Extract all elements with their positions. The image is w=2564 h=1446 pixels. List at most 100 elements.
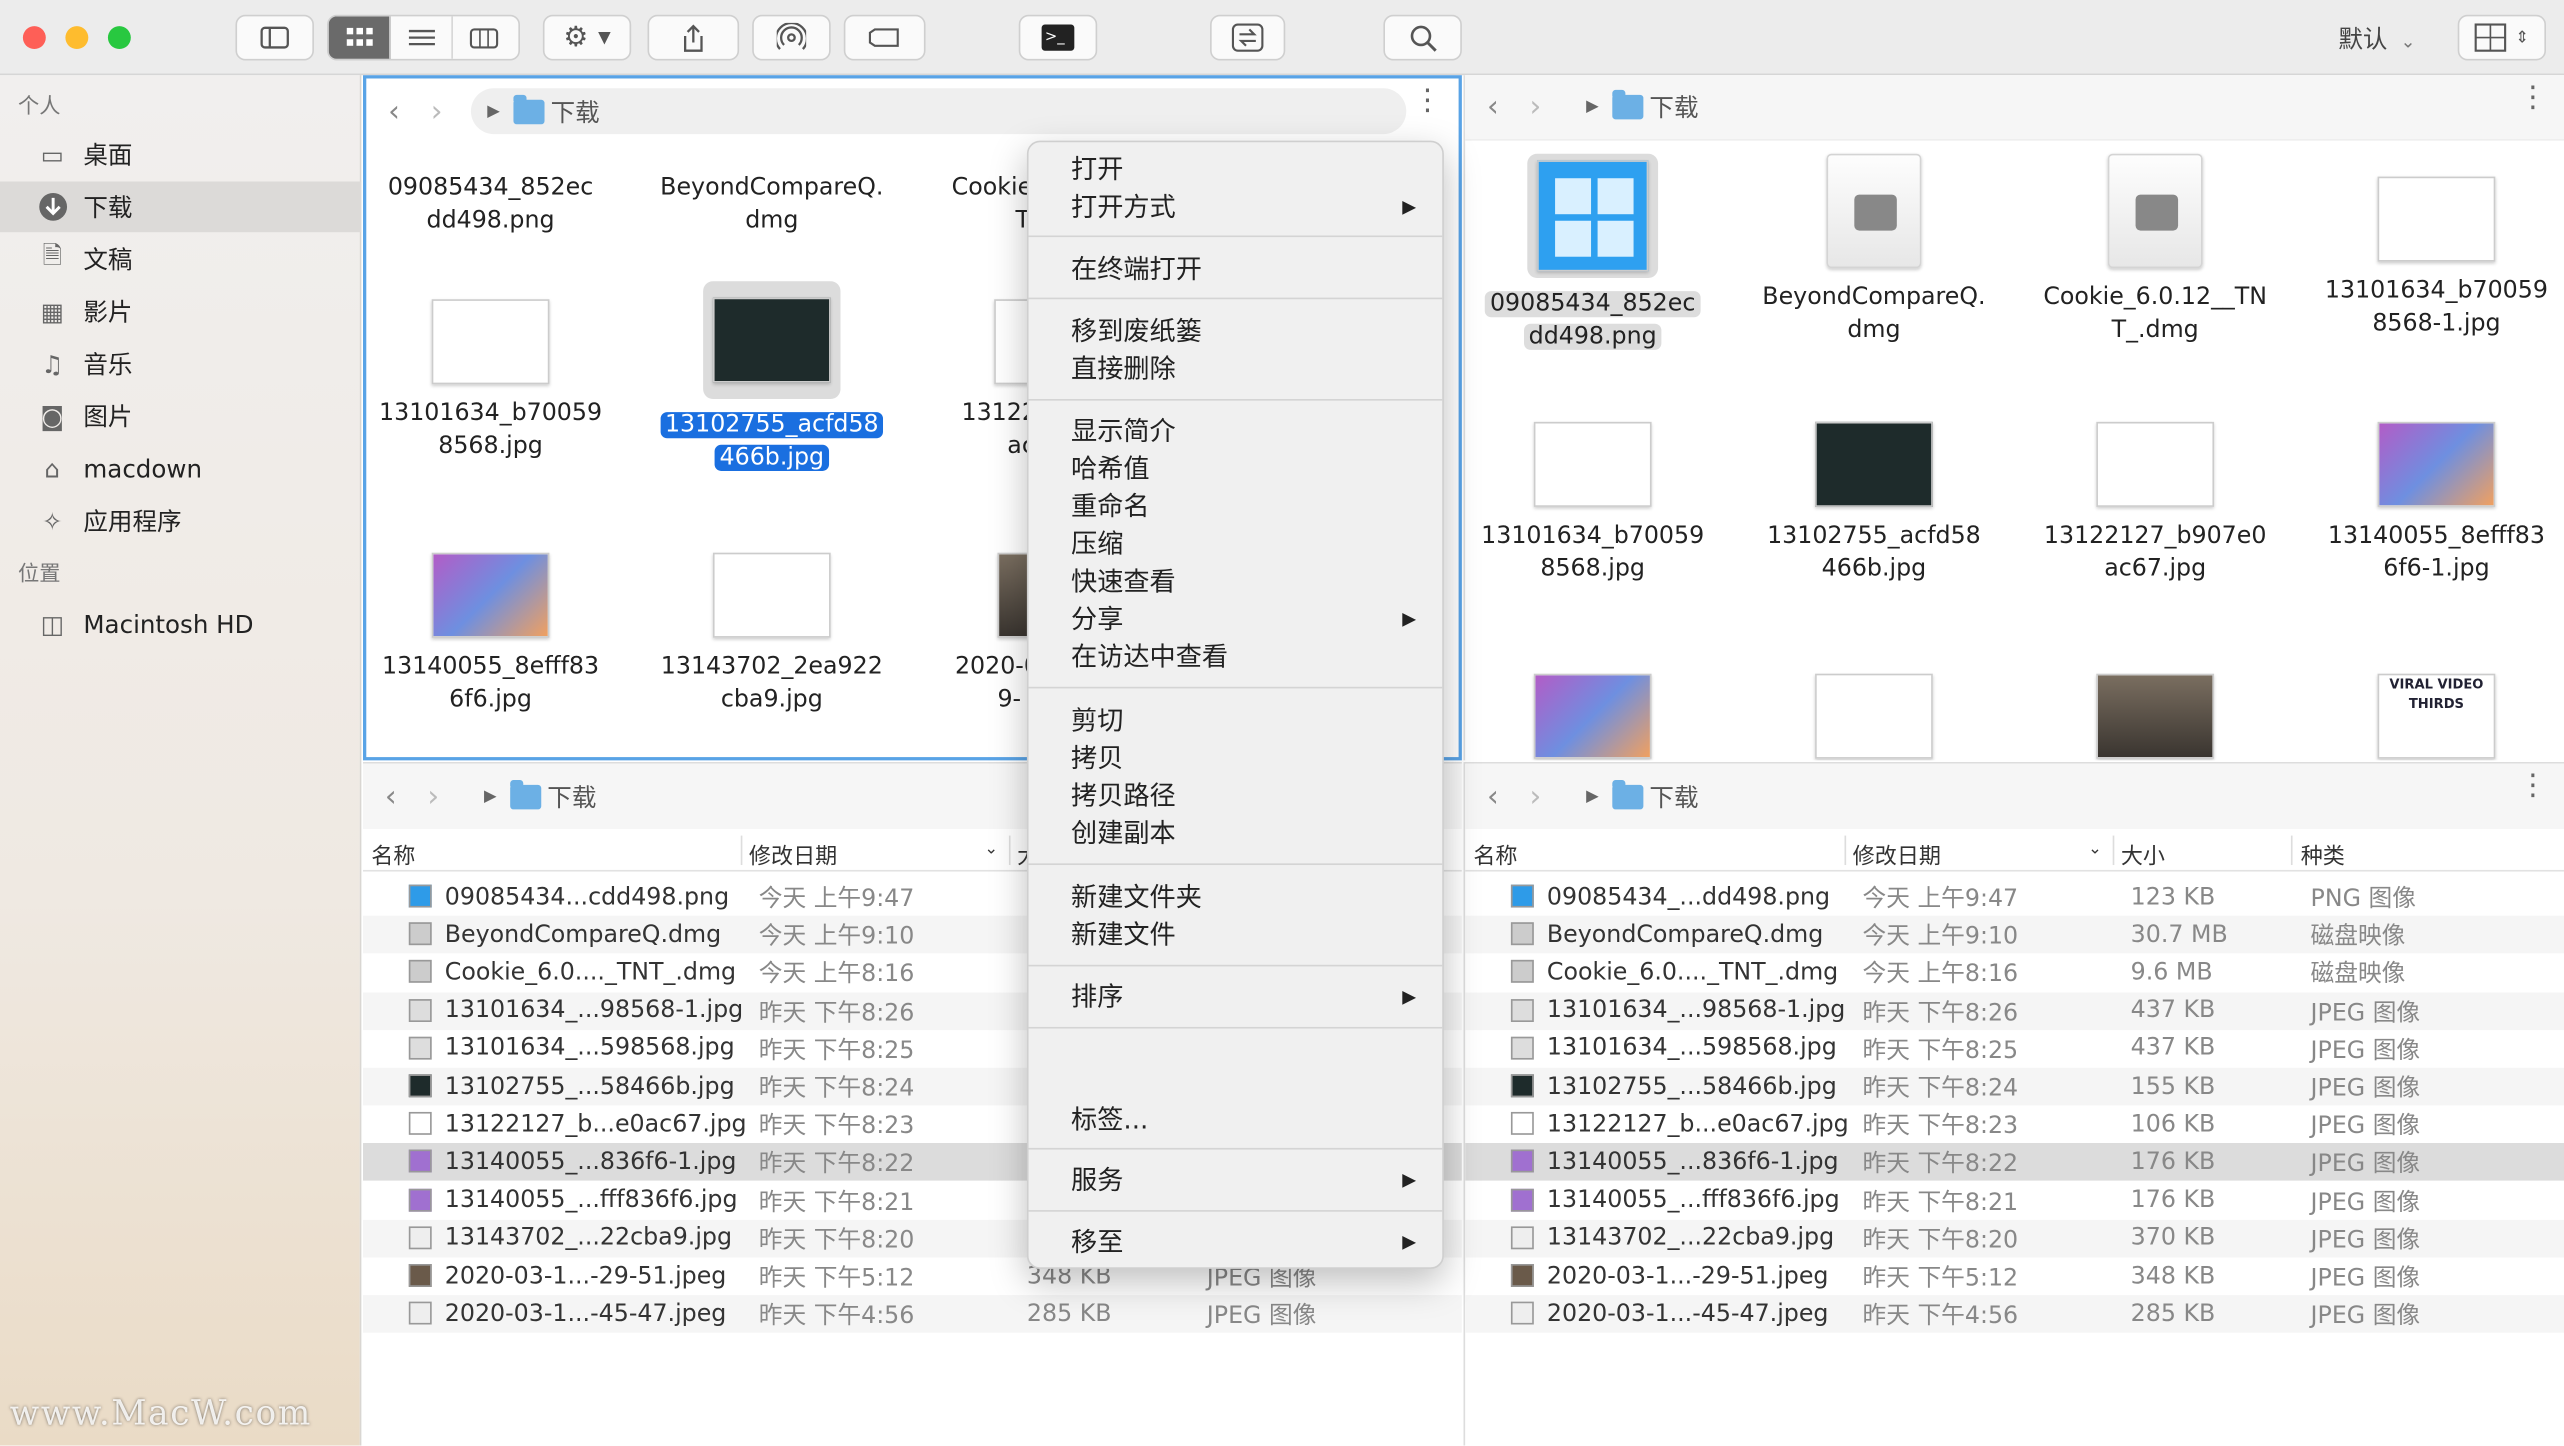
column-header-kind[interactable]: 种类 xyxy=(2301,837,2345,870)
table-row[interactable]: 13101634_...98568-1.jpg 昨天 下午8:26 437 KB JP… xyxy=(1465,991,2564,1030)
back-arrow-icon[interactable]: ‹ xyxy=(1472,90,1515,124)
layout-preset-select[interactable]: 默认 ⌄ xyxy=(2338,21,2415,55)
menu-item-delete-immediately[interactable]: 直接删除 xyxy=(1071,350,1176,388)
column-header-name[interactable]: 名称 xyxy=(1473,837,1517,870)
menu-item-open-with[interactable]: 打开方式 xyxy=(1071,188,1414,226)
forward-arrow-icon[interactable]: › xyxy=(1514,779,1557,813)
menu-item-share[interactable]: 分享 xyxy=(1071,600,1123,638)
sidebar-item-home[interactable]: ⌂ macdown xyxy=(0,443,361,494)
file-item[interactable] xyxy=(1465,673,1723,761)
table-row[interactable]: 09085434_...dd498.png 今天 上午9:47 123 KB PNG … xyxy=(1465,878,2564,916)
more-options-icon[interactable]: ⋮ xyxy=(1413,86,1442,115)
menu-item-rename[interactable]: 重命名 xyxy=(1071,487,1150,525)
file-item[interactable]: 13101634_b70059 8568-1.jpg xyxy=(2306,176,2564,341)
back-arrow-icon[interactable]: ‹ xyxy=(1472,779,1515,813)
menu-item-open-in-terminal[interactable]: 在终端打开 xyxy=(1071,250,1202,288)
file-item[interactable]: 13101634_b70059 8568.jpg xyxy=(366,299,621,463)
menu-item-duplicate[interactable]: 创建副本 xyxy=(1071,814,1176,852)
table-row[interactable]: Cookie_6.0...._TNT_.dmg 今天 上午8:16 9.6 MB 磁盘… xyxy=(1465,954,2564,992)
sidebar-item-macintosh-hd[interactable]: ◫ Macintosh HD xyxy=(0,598,361,649)
list-view-button[interactable] xyxy=(391,16,453,59)
forward-arrow-icon[interactable]: › xyxy=(1514,90,1557,124)
file-item[interactable]: 13101634_b70059 8568.jpg xyxy=(1465,421,1723,586)
file-item[interactable]: 13140055_8efff83 6f6.jpg xyxy=(366,552,621,717)
table-row[interactable]: 13101634_...598568.jpg 昨天 下午8:25 437 KB JPE… xyxy=(1465,1030,2564,1068)
file-item[interactable]: 13140055_8efff83 6f6-1.jpg xyxy=(2306,421,2564,586)
table-row[interactable]: 2020-03-1...-29-51.jpeg 昨天 下午5:12 348 KB JP… xyxy=(1465,1257,2564,1295)
menu-item-new-file[interactable]: 新建文件 xyxy=(1071,916,1176,954)
sidebar-item-documents[interactable]: 🗎 文稿 xyxy=(0,234,361,285)
triangle-right-icon[interactable]: ▶ xyxy=(487,102,500,120)
breadcrumb[interactable]: 下载 xyxy=(500,94,600,128)
sidebar-item-music[interactable]: ♫ 音乐 xyxy=(0,338,361,389)
menu-item-move-to[interactable]: 移至 xyxy=(1071,1223,1123,1261)
column-header-name[interactable]: 名称 xyxy=(371,837,415,870)
forward-arrow-icon[interactable]: › xyxy=(412,779,455,813)
menu-item-copy[interactable]: 拷贝 xyxy=(1071,739,1123,777)
terminal-button[interactable]: >_ xyxy=(1018,14,1098,61)
sync-panes-button[interactable] xyxy=(1210,14,1286,61)
file-item[interactable]: 13143702_2ea922 cba9.jpg xyxy=(641,552,903,717)
menu-item-open[interactable]: 打开 xyxy=(1071,150,1123,188)
sidebar-item-downloads[interactable]: 下载 xyxy=(0,181,362,233)
share-button[interactable] xyxy=(647,14,740,61)
back-arrow-icon[interactable]: ‹ xyxy=(370,779,413,813)
column-header-date[interactable]: 修改日期 xyxy=(1853,837,1941,870)
back-arrow-icon[interactable]: ‹ xyxy=(373,94,416,128)
airdrop-button[interactable] xyxy=(752,14,831,61)
breadcrumb[interactable]: 下载 xyxy=(1599,779,1699,813)
menu-item-sort[interactable]: 排序 xyxy=(1071,978,1123,1016)
file-item[interactable] xyxy=(1743,673,2005,761)
file-item-selected[interactable]: 13102755_acfd58 466b.jpg xyxy=(641,281,903,474)
menu-item-quick-look[interactable]: 快速查看 xyxy=(1071,563,1176,601)
column-header-size[interactable]: 大小 xyxy=(2121,837,2165,870)
menu-item-show-in-finder[interactable]: 在访达中查看 xyxy=(1071,638,1228,676)
column-view-button[interactable] xyxy=(453,16,515,59)
table-row[interactable]: 13140055_...836f6-1.jpg 昨天 下午8:22 176 KB JP… xyxy=(1465,1143,2564,1182)
tag-button[interactable] xyxy=(843,14,926,61)
minimize-window-button[interactable] xyxy=(65,26,89,50)
triangle-right-icon[interactable]: ▶ xyxy=(1586,787,1599,805)
triangle-right-icon[interactable]: ▶ xyxy=(1586,98,1599,116)
icon-view-button[interactable] xyxy=(328,16,391,59)
column-header-date[interactable]: 修改日期 xyxy=(749,837,837,870)
file-item[interactable]: VIRAL VIDEO THIRDS xyxy=(2306,673,2564,761)
action-menu-button[interactable]: ⚙ ▼ xyxy=(542,14,632,61)
breadcrumb[interactable]: 下载 xyxy=(497,779,596,813)
menu-item-move-to-trash[interactable]: 移到废纸篓 xyxy=(1071,312,1202,350)
file-item[interactable]: BeyondCompareQ. dmg xyxy=(1743,153,2005,347)
sidebar-item-applications[interactable]: ✧ 应用程序 xyxy=(0,495,361,546)
search-button[interactable] xyxy=(1383,14,1462,61)
sidebar-item-pictures[interactable]: ◙ 图片 xyxy=(0,391,361,442)
sidebar-item-desktop[interactable]: ▭ 桌面 xyxy=(0,129,361,180)
more-options-icon[interactable]: ⋮ xyxy=(2518,771,2547,800)
table-row[interactable]: 2020-03-1...-45-47.jpeg 昨天 下午4:56 285 KB JP… xyxy=(1465,1295,2564,1333)
forward-arrow-icon[interactable]: › xyxy=(415,94,458,128)
menu-item-new-folder[interactable]: 新建文件夹 xyxy=(1071,878,1202,916)
file-item[interactable]: 13122127_b907e0 ac67.jpg xyxy=(2024,421,2286,586)
triangle-right-icon[interactable]: ▶ xyxy=(484,787,497,805)
menu-item-get-info[interactable]: 显示简介 xyxy=(1071,412,1176,450)
table-row[interactable]: 13122127_b...e0ac67.jpg 昨天 下午8:23 106 KB JP… xyxy=(1465,1106,2564,1144)
menu-item-copy-path[interactable]: 拷贝路径 xyxy=(1071,777,1176,815)
file-item[interactable]: BeyondCompareQ. dmg xyxy=(641,172,903,237)
table-row[interactable]: BeyondCompareQ.dmg 今天 上午9:10 30.7 MB 磁盘映像 xyxy=(1465,916,2564,954)
file-item[interactable]: 09085434_852ec dd498.png xyxy=(366,172,621,237)
file-item-selected[interactable]: 09085434_852ec dd498.png xyxy=(1465,153,1723,353)
table-row[interactable]: 2020-03-1...-45-47.jpeg 昨天 下午4:56 285 KB JP… xyxy=(363,1295,1462,1333)
menu-item-compress[interactable]: 压缩 xyxy=(1071,525,1123,563)
close-window-button[interactable] xyxy=(22,26,46,50)
more-options-icon[interactable]: ⋮ xyxy=(2518,83,2547,112)
breadcrumb[interactable]: 下载 xyxy=(1599,89,1699,124)
table-row[interactable]: 13140055_...fff836f6.jpg 昨天 下午8:21 176 KB J… xyxy=(1465,1182,2564,1220)
file-item[interactable] xyxy=(2024,673,2286,761)
zoom-window-button[interactable] xyxy=(107,26,131,50)
menu-item-cut[interactable]: 剪切 xyxy=(1071,702,1123,740)
table-row[interactable]: 13143702_...22cba9.jpg 昨天 下午8:20 370 KB JPE… xyxy=(1465,1219,2564,1258)
pane-layout-button[interactable]: ⇕ xyxy=(2457,14,2547,61)
table-row[interactable]: 13102755_...58466b.jpg 昨天 下午8:24 155 KB JPE… xyxy=(1465,1067,2564,1106)
sidebar-item-movies[interactable]: ▦ 影片 xyxy=(0,286,361,337)
file-item[interactable]: Cookie_6.0.12__TN T_.dmg xyxy=(2024,153,2286,347)
menu-item-tags[interactable]: 标签... xyxy=(1071,1100,1148,1138)
menu-item-hash[interactable]: 哈希值 xyxy=(1071,450,1150,488)
